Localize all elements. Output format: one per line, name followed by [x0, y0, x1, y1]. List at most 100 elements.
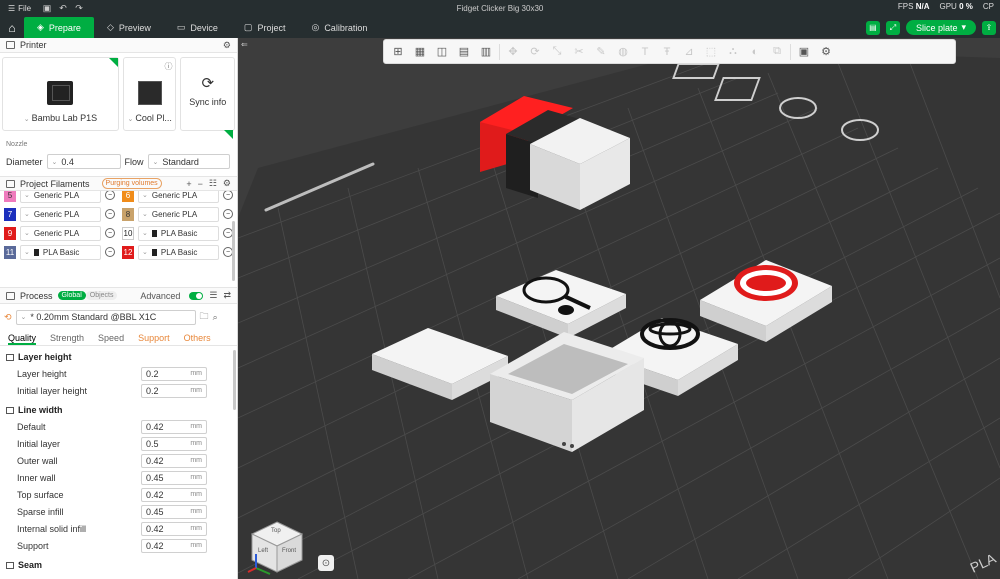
filament-select[interactable]: ⌄ Generic PLA — [20, 191, 101, 203]
export-icon[interactable]: ⇪ — [982, 20, 996, 35]
reset-icon[interactable]: ⟲ — [4, 312, 12, 323]
flow-select[interactable]: ⌄ Standard — [147, 154, 230, 169]
plate-icon[interactable]: ▤ — [865, 20, 880, 35]
process-preset-select[interactable]: ⌄ * 0.20mm Standard @BBL X1C — [15, 309, 196, 325]
filament-color-swatch[interactable]: 6 — [122, 191, 134, 202]
tab-strength[interactable]: Strength — [50, 333, 84, 345]
arrange-grid-icon[interactable]: ▦ — [411, 43, 429, 60]
param-input[interactable]: 0.42 mm — [141, 521, 207, 536]
param-input[interactable]: 0.42 mm — [141, 419, 207, 434]
printer-selector[interactable]: ⌄ Bambu Lab P1S — [2, 57, 119, 131]
mesh-boolean-icon[interactable]: ⧉ — [768, 43, 786, 60]
add-icon[interactable]: + — [186, 179, 191, 189]
zoom-fit-icon[interactable]: ⊙ — [318, 555, 334, 571]
filament-color-swatch[interactable]: 10 — [122, 226, 134, 240]
filament-select[interactable]: ⌄ PLA Basic — [20, 244, 101, 260]
add-icon[interactable]: ⊞ — [389, 43, 407, 60]
tab-preview[interactable]: ◇ Preview — [94, 17, 164, 38]
remove-filament-icon[interactable]: − — [105, 228, 115, 238]
orient-icon[interactable]: ◫ — [433, 43, 451, 60]
search-icon[interactable]: ⌕ — [213, 312, 218, 323]
sync-info-button[interactable]: ⟳ Sync info — [180, 57, 235, 131]
param-input[interactable]: 0.45 mm — [141, 470, 207, 485]
tab-calibration[interactable]: ◎ Calibration — [298, 17, 380, 38]
param-input[interactable]: 0.5 mm — [141, 436, 207, 451]
param-input[interactable]: 0.42 mm — [141, 487, 207, 502]
device-icon: ▭ — [176, 22, 186, 32]
purging-volumes-button[interactable]: Purging volumes — [101, 178, 162, 189]
filament-select[interactable]: ⌄ Generic PLA — [138, 206, 219, 222]
param-input[interactable]: 0.45 mm — [141, 504, 207, 519]
param-input[interactable]: 0.2 mm — [141, 383, 207, 398]
tab-prepare[interactable]: ◈ Prepare — [24, 17, 94, 38]
remove-filament-icon[interactable]: − — [105, 209, 115, 219]
filament-select[interactable]: ⌄ Generic PLA — [20, 225, 101, 241]
split-icon[interactable]: ▤ — [455, 43, 473, 60]
remove-filament-icon[interactable]: − — [105, 247, 115, 257]
remove-icon[interactable]: − — [198, 179, 203, 189]
paint-icon[interactable]: ✎ — [592, 43, 610, 60]
diameter-select[interactable]: ⌄ 0.4 — [46, 154, 121, 169]
slice-plate-button[interactable]: Slice plate ▾ — [905, 20, 976, 35]
filament-select[interactable]: ⌄ PLA Basic — [138, 244, 219, 260]
tab-support[interactable]: Support — [138, 333, 170, 345]
info-icon[interactable]: ⓘ — [164, 61, 172, 72]
filament-select[interactable]: ⌄ PLA Basic — [138, 225, 219, 241]
filament-color-swatch[interactable]: 12 — [122, 245, 134, 259]
save-preset-icon[interactable]: 🗀 — [200, 309, 209, 325]
rotate-icon[interactable]: ⟳ — [526, 43, 544, 60]
move-icon[interactable]: ✥ — [504, 43, 522, 60]
view-icon[interactable]: ▣ — [795, 43, 813, 60]
param-input[interactable]: 0.42 mm — [141, 538, 207, 553]
color-paint-icon[interactable]: ◐ — [746, 43, 764, 60]
home-icon[interactable]: ⌂ — [0, 17, 24, 38]
remove-filament-icon[interactable]: − — [223, 209, 233, 219]
filament-scrollbar[interactable] — [232, 221, 235, 281]
gear-icon[interactable]: ⚙ — [223, 40, 231, 51]
filament-color-swatch[interactable]: 5 — [4, 191, 16, 202]
file-menu[interactable]: ☰ File — [0, 4, 39, 13]
collapse-sidebar-icon[interactable]: ⇐ — [241, 40, 248, 49]
redo-icon[interactable]: ↷ — [71, 3, 87, 14]
3d-viewport[interactable]: PLA ⊞ ▦ ◫ ▤ ▥ ✥ ⟳ ⤡ ✂ ✎ ◍ T Ŧ ⊿ ⬚ ⛬ ◐ ⧉ … — [238, 38, 1000, 579]
cut-icon[interactable]: ✂ — [570, 43, 588, 60]
tab-device[interactable]: ▭ Device — [164, 17, 231, 38]
filament-color-swatch[interactable]: 11 — [4, 245, 16, 259]
param-scrollbar[interactable] — [233, 350, 236, 410]
settings-icon[interactable]: ⚙ — [817, 43, 835, 60]
global-toggle[interactable]: Global — [57, 291, 86, 300]
measure-icon[interactable]: ⊿ — [680, 43, 698, 60]
filament-select[interactable]: ⌄ Generic PLA — [20, 206, 101, 222]
tab-quality[interactable]: Quality — [8, 333, 37, 345]
undo-icon[interactable]: ↶ — [55, 3, 71, 14]
filament-color-swatch[interactable]: 7 — [4, 207, 16, 221]
param-input[interactable]: 0.2 mm — [141, 366, 207, 381]
list-icon[interactable]: ☷ — [209, 178, 217, 189]
objects-toggle[interactable]: Objects — [85, 291, 118, 300]
text-icon[interactable]: T — [636, 43, 654, 60]
filament-select[interactable]: ⌄ Generic PLA — [138, 191, 219, 203]
emboss-icon[interactable]: Ŧ — [658, 43, 676, 60]
layers-icon[interactable]: ▥ — [477, 43, 495, 60]
compare-icon[interactable]: ⇄ — [223, 290, 231, 301]
support-paint-icon[interactable]: ⛬ — [724, 43, 742, 60]
assembly-icon[interactable]: ⬚ — [702, 43, 720, 60]
seam-icon[interactable]: ◍ — [614, 43, 632, 60]
view-cube[interactable]: Top Left Front — [246, 518, 308, 576]
gear-icon[interactable]: ⚙ — [223, 178, 231, 189]
tab-speed[interactable]: Speed — [98, 333, 124, 345]
expand-icon[interactable]: ⤢ — [885, 20, 900, 35]
list-icon[interactable]: ☰ — [209, 290, 217, 301]
scale-icon[interactable]: ⤡ — [548, 43, 566, 60]
advanced-toggle[interactable] — [189, 291, 204, 300]
tab-others[interactable]: Others — [184, 333, 211, 345]
plate-type-selector[interactable]: ⓘ ⌄ Cool Pl... — [122, 57, 177, 131]
param-input[interactable]: 0.42 mm — [141, 453, 207, 468]
filament-color-swatch[interactable]: 8 — [122, 207, 134, 221]
remove-filament-icon[interactable]: − — [105, 191, 115, 200]
filament-color-swatch[interactable]: 9 — [4, 226, 16, 240]
save-icon[interactable]: ▣ — [39, 3, 55, 14]
tab-project[interactable]: ▢ Project — [231, 17, 299, 38]
spool-icon — [151, 229, 157, 237]
remove-filament-icon[interactable]: − — [223, 191, 233, 200]
